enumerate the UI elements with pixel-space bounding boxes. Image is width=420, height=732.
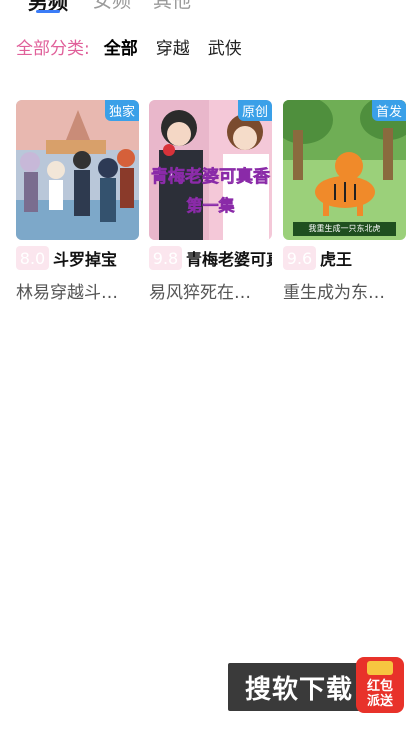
tab-other[interactable]: 其他 [153, 0, 191, 13]
rating-badge: 9.6 [283, 246, 316, 270]
coin-icon [367, 661, 393, 675]
cover-image[interactable]: 独家 [16, 100, 139, 240]
red-envelope-button[interactable]: 红包 派送 [356, 657, 404, 713]
cover-image[interactable]: 我重生成一只东北虎 首发 [283, 100, 406, 240]
video-card[interactable]: 独家 8.0 斗罗掉宝 林易穿越斗罗大陆 [16, 100, 139, 303]
download-banner[interactable]: 搜软下载 [228, 663, 370, 711]
category-filter: 全部分类: 全部 穿越 武侠 [16, 33, 260, 59]
badge-exclusive: 独家 [104, 100, 139, 121]
category-label: 全部分类: [16, 38, 90, 59]
cover-art-tiger [283, 100, 406, 240]
card-title[interactable]: 虎王 [320, 246, 406, 270]
card-title[interactable]: 青梅老婆可真香 [186, 246, 272, 270]
tab-female[interactable]: 女频 [93, 0, 131, 13]
category-wuxia[interactable]: 武侠 [208, 34, 242, 59]
card-description: 重生成为东北虎 [283, 283, 401, 303]
badge-original: 原创 [237, 100, 272, 121]
video-card[interactable]: 我重生成一只东北虎 首发 9.6 虎王 重生成为东北虎 [283, 100, 406, 303]
rating-badge: 9.8 [149, 246, 182, 270]
cover-image[interactable]: 青梅老婆可真香 第一集 原创 [149, 100, 272, 240]
cover-caption: 我重生成一只东北虎 [308, 224, 381, 233]
badge-premiere: 首发 [371, 100, 406, 121]
floating-promo[interactable]: 搜软下载 红包 派送 [228, 657, 404, 713]
video-card[interactable]: 青梅老婆可真香 第一集 原创 9.8 青梅老婆可真香 易风猝死在工位上 [149, 100, 272, 303]
card-description: 易风猝死在工位上 [149, 283, 267, 303]
cover-caption: 青梅老婆可真香 [151, 167, 271, 188]
category-time-travel[interactable]: 穿越 [156, 34, 190, 59]
cover-art-douluo [16, 100, 139, 240]
red-envelope-label-2: 派送 [366, 694, 393, 709]
red-envelope-label: 红包 [366, 679, 393, 694]
rating-badge: 8.0 [16, 246, 49, 270]
card-description: 林易穿越斗罗大陆 [16, 283, 134, 303]
top-tab-bar: 男频 女频 其他 [0, 0, 420, 26]
active-tab-indicator [36, 10, 60, 13]
category-all[interactable]: 全部 [104, 34, 138, 59]
card-title[interactable]: 斗罗掉宝 [53, 246, 139, 270]
cover-episode: 第一集 [186, 196, 235, 216]
